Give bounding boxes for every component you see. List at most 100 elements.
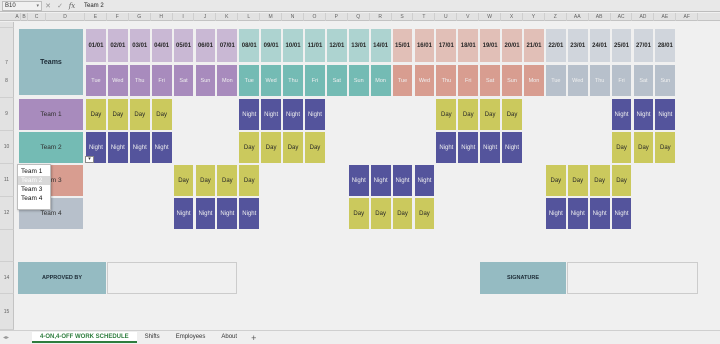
- empty-cell[interactable]: [654, 197, 677, 230]
- row-header[interactable]: [0, 230, 14, 262]
- column-header[interactable]: P: [326, 13, 348, 21]
- column-header[interactable]: L: [238, 13, 261, 21]
- shift-cell[interactable]: Night: [106, 131, 129, 164]
- column-header[interactable]: A: [14, 13, 21, 21]
- empty-cell[interactable]: [282, 164, 304, 197]
- empty-cell[interactable]: [566, 131, 589, 164]
- column-header[interactable]: K: [216, 13, 239, 21]
- date-cell[interactable]: 14/01: [369, 28, 392, 63]
- empty-cell[interactable]: [632, 197, 655, 230]
- shift-cell[interactable]: Night: [632, 98, 655, 131]
- weekday-cell[interactable]: Sat: [479, 64, 502, 97]
- empty-cell[interactable]: [172, 131, 195, 164]
- add-sheet-button[interactable]: +: [245, 333, 262, 343]
- empty-cell[interactable]: [588, 98, 611, 131]
- column-header[interactable]: J: [195, 13, 217, 21]
- date-cell[interactable]: 20/01: [501, 28, 523, 63]
- shift-cell[interactable]: Night: [654, 98, 677, 131]
- weekday-cell[interactable]: Sun: [654, 64, 677, 97]
- empty-cell[interactable]: [172, 98, 195, 131]
- date-cell[interactable]: 22/01: [544, 28, 567, 63]
- column-header[interactable]: E: [85, 13, 107, 21]
- empty-cell[interactable]: [523, 197, 545, 230]
- weekday-cell[interactable]: Wed: [413, 64, 436, 97]
- shift-cell[interactable]: Day: [216, 164, 239, 197]
- team-label-cell[interactable]: Team 1: [18, 98, 84, 131]
- empty-cell[interactable]: [544, 131, 567, 164]
- weekday-cell[interactable]: Mon: [523, 64, 545, 97]
- dropdown-option[interactable]: Team 1: [18, 167, 50, 176]
- dropdown-option[interactable]: Team 4: [18, 194, 50, 203]
- column-header[interactable]: Y: [523, 13, 545, 21]
- shift-cell[interactable]: Night: [479, 131, 502, 164]
- tab-scroll-icon[interactable]: ◂▸: [0, 334, 12, 341]
- shift-cell[interactable]: Day: [304, 131, 326, 164]
- empty-cell[interactable]: [391, 98, 414, 131]
- empty-cell[interactable]: [523, 98, 545, 131]
- weekday-cell[interactable]: Wed: [566, 64, 589, 97]
- weekday-cell[interactable]: Sat: [172, 64, 195, 97]
- column-header[interactable]: B: [21, 13, 28, 21]
- column-header[interactable]: S: [392, 13, 414, 21]
- weekday-cell[interactable]: Wed: [260, 64, 283, 97]
- shift-cell[interactable]: Night: [238, 98, 261, 131]
- shift-cell[interactable]: Day: [544, 164, 567, 197]
- column-header[interactable]: U: [435, 13, 458, 21]
- column-header[interactable]: F: [107, 13, 129, 21]
- weekday-cell[interactable]: Tue: [85, 64, 107, 97]
- shift-cell[interactable]: Night: [369, 164, 392, 197]
- empty-cell[interactable]: [369, 98, 392, 131]
- empty-cell[interactable]: [413, 131, 436, 164]
- shift-cell[interactable]: Night: [260, 98, 283, 131]
- column-header[interactable]: AD: [633, 13, 655, 21]
- shift-cell[interactable]: Night: [457, 131, 480, 164]
- shift-cell[interactable]: Day: [172, 164, 195, 197]
- column-header[interactable]: AE: [654, 13, 677, 21]
- shift-cell[interactable]: Day: [260, 131, 283, 164]
- date-cell[interactable]: 24/01: [588, 28, 611, 63]
- date-cell[interactable]: 23/01: [566, 28, 589, 63]
- column-header[interactable]: V: [457, 13, 480, 21]
- weekday-cell[interactable]: Thu: [588, 64, 611, 97]
- column-header[interactable]: W: [479, 13, 502, 21]
- column-header[interactable]: O: [304, 13, 326, 21]
- shift-cell[interactable]: Night: [610, 98, 633, 131]
- shift-cell[interactable]: Night: [216, 197, 239, 230]
- shift-cell[interactable]: Night: [194, 197, 217, 230]
- sheet-tab[interactable]: 4-ON,4-OFF WORK SCHEDULE: [32, 332, 137, 343]
- date-cell[interactable]: 27/01: [632, 28, 655, 63]
- shift-cell[interactable]: Day: [128, 98, 151, 131]
- empty-cell[interactable]: [194, 98, 217, 131]
- empty-cell[interactable]: [304, 164, 326, 197]
- shift-cell[interactable]: Day: [654, 131, 677, 164]
- date-cell[interactable]: 19/01: [479, 28, 502, 63]
- empty-cell[interactable]: [194, 131, 217, 164]
- weekday-cell[interactable]: Sat: [632, 64, 655, 97]
- column-header[interactable]: AF: [676, 13, 699, 21]
- empty-cell[interactable]: [260, 197, 283, 230]
- shift-cell[interactable]: Night: [282, 98, 304, 131]
- weekday-cell[interactable]: Fri: [610, 64, 633, 97]
- shift-cell[interactable]: Day: [566, 164, 589, 197]
- weekday-cell[interactable]: Tue: [544, 64, 567, 97]
- column-header[interactable]: D: [46, 13, 85, 21]
- empty-cell[interactable]: [260, 164, 283, 197]
- date-cell[interactable]: 09/01: [260, 28, 283, 63]
- shift-cell[interactable]: Day: [391, 197, 414, 230]
- date-cell[interactable]: 05/01: [172, 28, 195, 63]
- shift-cell[interactable]: Night: [391, 164, 414, 197]
- shift-cell[interactable]: Day: [610, 131, 633, 164]
- weekday-cell[interactable]: Tue: [391, 64, 414, 97]
- weekday-cell[interactable]: Sat: [325, 64, 348, 97]
- shift-cell[interactable]: Day: [85, 98, 107, 131]
- weekday-cell[interactable]: Thu: [128, 64, 151, 97]
- empty-cell[interactable]: [523, 164, 545, 197]
- shift-cell[interactable]: Night: [413, 164, 436, 197]
- shift-cell[interactable]: Night: [347, 164, 370, 197]
- dropdown-option[interactable]: Team 3: [18, 185, 50, 194]
- row-header[interactable]: 12: [0, 197, 14, 230]
- formula-input[interactable]: Team 2: [84, 3, 104, 9]
- approved-by-field[interactable]: [107, 262, 237, 294]
- empty-cell[interactable]: [150, 197, 173, 230]
- column-header[interactable]: AB: [589, 13, 611, 21]
